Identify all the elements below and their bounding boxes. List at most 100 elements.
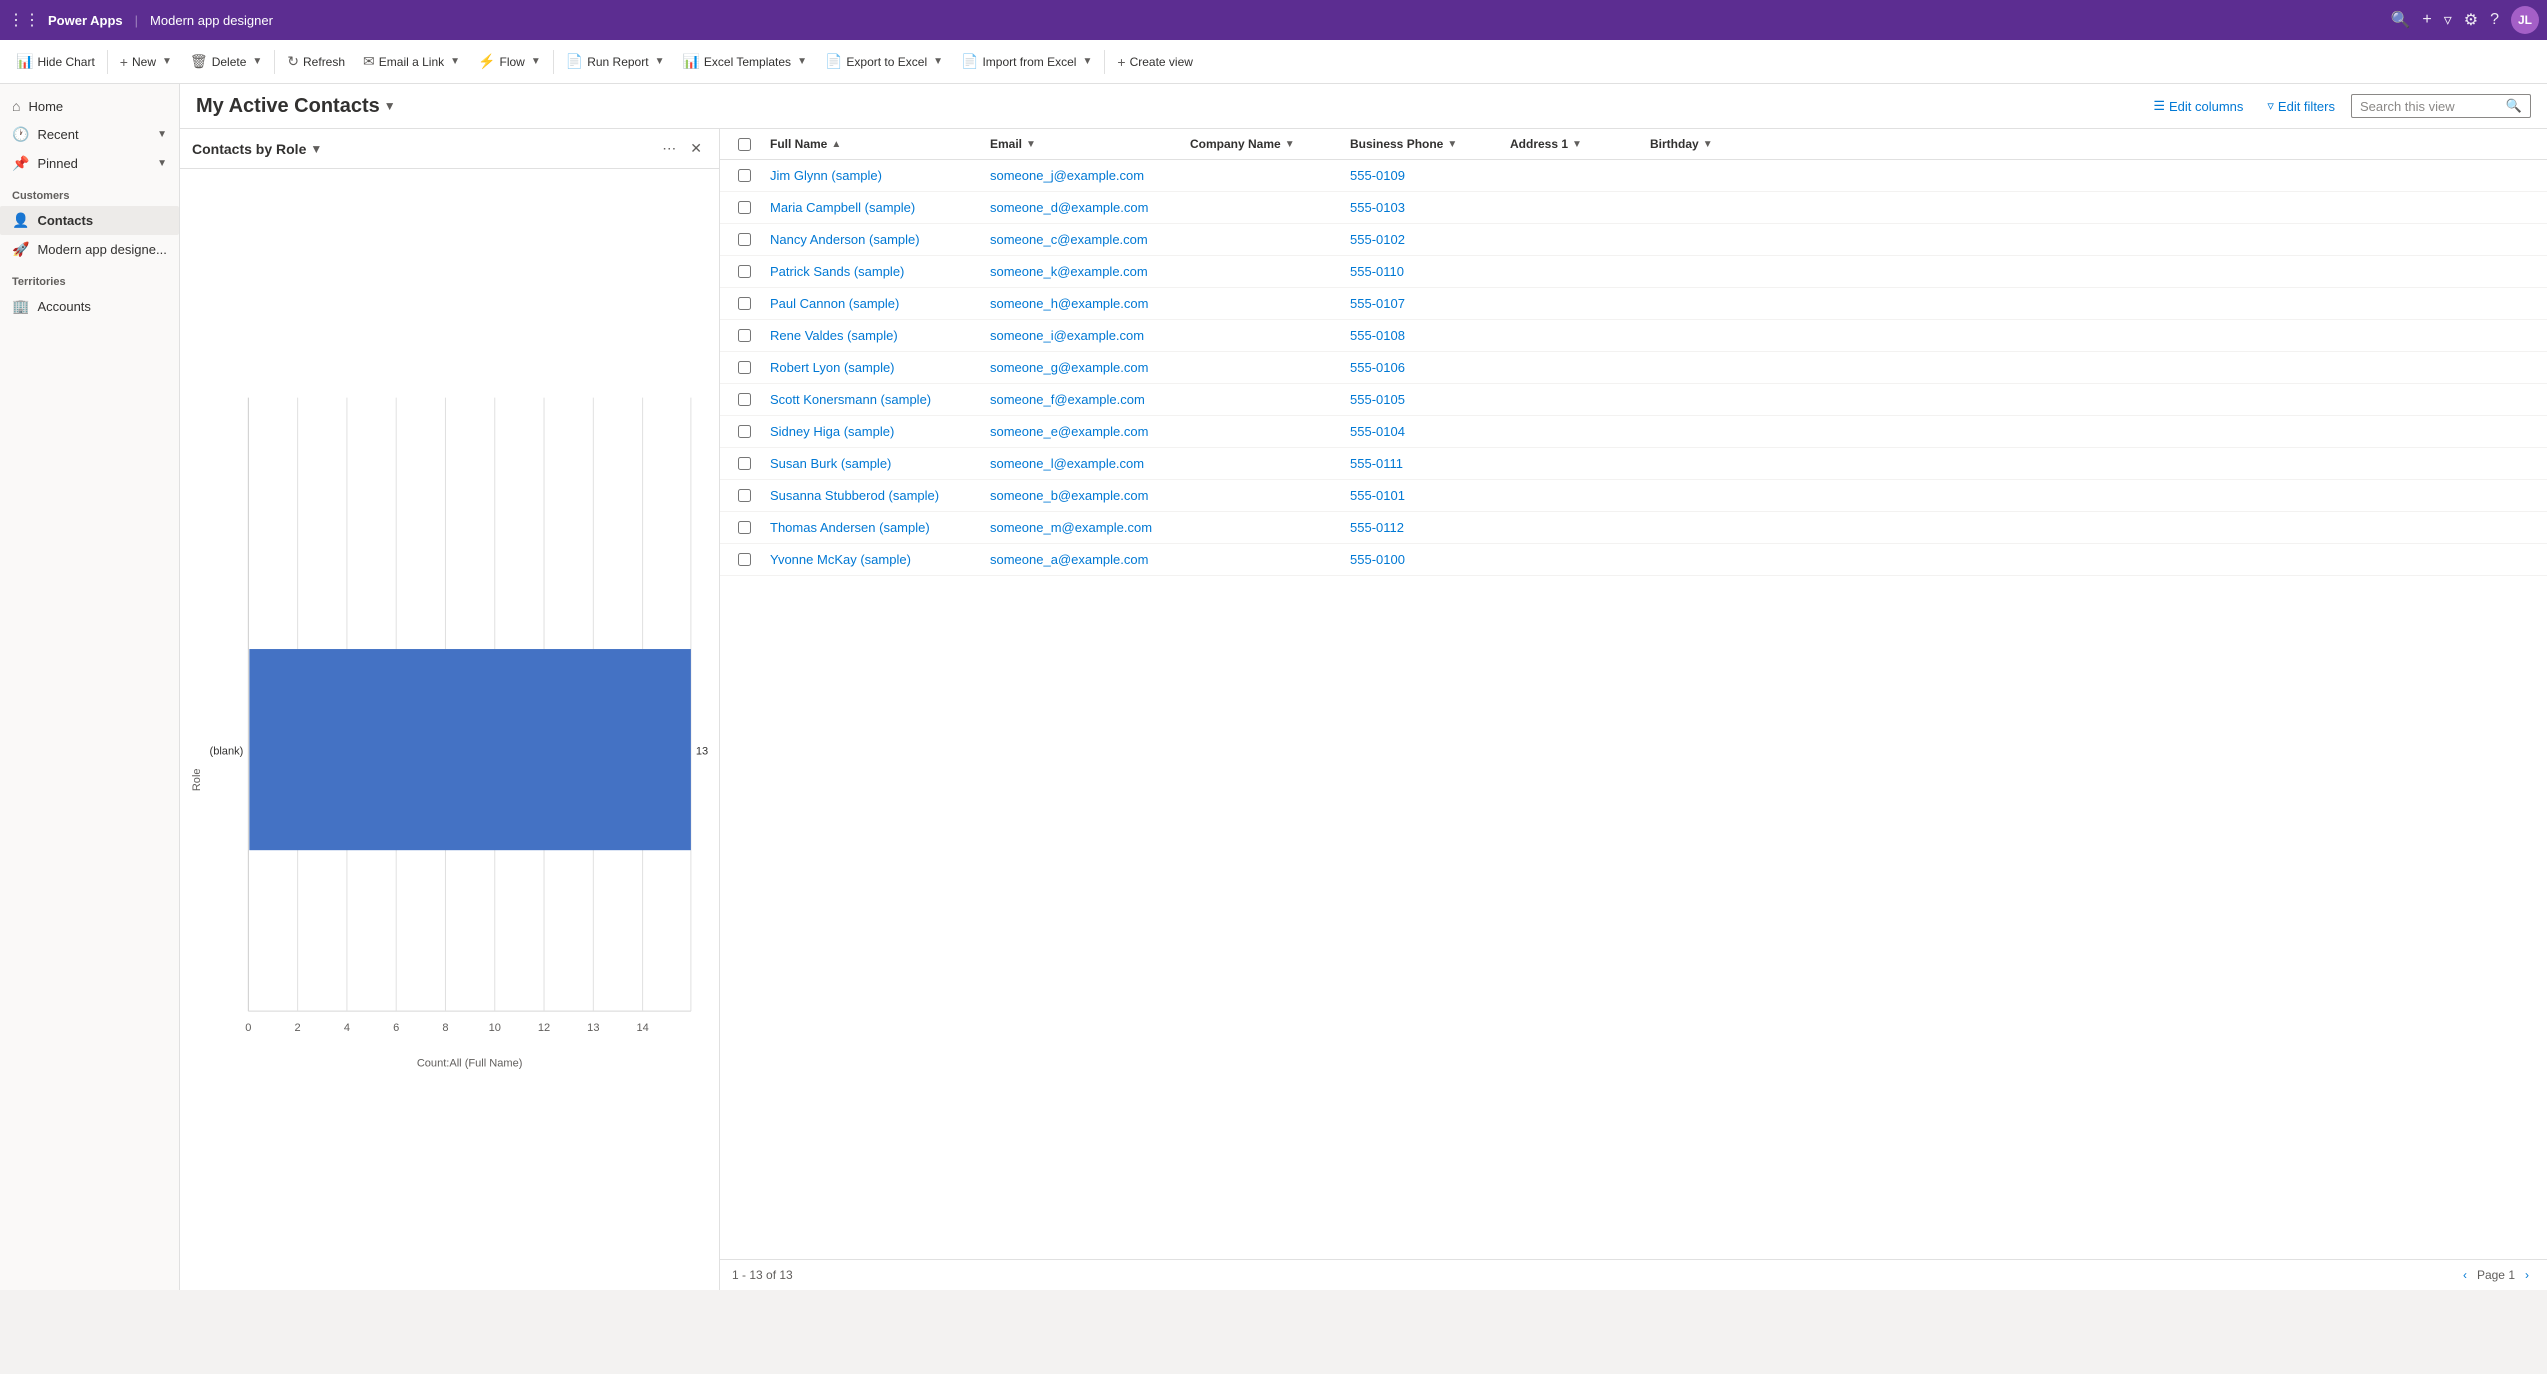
row-check-4[interactable] <box>738 297 751 310</box>
bar-blank[interactable] <box>249 649 691 850</box>
run-report-button[interactable]: 📄 Run Report ▼ <box>558 49 673 74</box>
export-excel-button[interactable]: 📄 Export to Excel ▼ <box>817 49 951 74</box>
view-title-chevron-icon[interactable]: ▼ <box>384 99 396 113</box>
cell-phone-5[interactable]: 555-0108 <box>1344 320 1504 351</box>
cell-birthday-8 <box>1644 424 1744 440</box>
cell-full-name-5[interactable]: Rene Valdes (sample) <box>764 320 984 351</box>
next-page-button[interactable]: › <box>2519 1266 2535 1284</box>
chart-panel: Contacts by Role ▼ ⋯ ✕ <box>180 129 720 1290</box>
cell-full-name-6[interactable]: Robert Lyon (sample) <box>764 352 984 383</box>
cell-phone-4[interactable]: 555-0107 <box>1344 288 1504 319</box>
cell-email-1[interactable]: someone_d@example.com <box>984 192 1184 223</box>
cell-full-name-11[interactable]: Thomas Andersen (sample) <box>764 512 984 543</box>
row-check-2[interactable] <box>738 233 751 246</box>
row-check-7[interactable] <box>738 393 751 406</box>
cell-company-10 <box>1184 488 1344 504</box>
cell-email-9[interactable]: someone_l@example.com <box>984 448 1184 479</box>
help-icon[interactable]: ? <box>2490 11 2499 29</box>
cell-email-5[interactable]: someone_i@example.com <box>984 320 1184 351</box>
select-all-checkbox[interactable] <box>738 138 751 151</box>
cell-phone-8[interactable]: 555-0104 <box>1344 416 1504 447</box>
cell-phone-3[interactable]: 555-0110 <box>1344 256 1504 287</box>
cell-phone-12[interactable]: 555-0100 <box>1344 544 1504 575</box>
search-input[interactable] <box>2360 99 2502 114</box>
cell-full-name-12[interactable]: Yvonne McKay (sample) <box>764 544 984 575</box>
add-icon[interactable]: + <box>2422 11 2431 29</box>
cell-email-11[interactable]: someone_m@example.com <box>984 512 1184 543</box>
col-header-address[interactable]: Address 1 ▼ <box>1504 129 1644 159</box>
cell-email-7[interactable]: someone_f@example.com <box>984 384 1184 415</box>
settings-icon[interactable]: ⚙ <box>2464 10 2478 30</box>
row-check-1[interactable] <box>738 201 751 214</box>
row-check-0[interactable] <box>738 169 751 182</box>
col-header-email[interactable]: Email ▼ <box>984 129 1184 159</box>
cell-full-name-7[interactable]: Scott Konersmann (sample) <box>764 384 984 415</box>
row-check-12[interactable] <box>738 553 751 566</box>
cell-full-name-1[interactable]: Maria Campbell (sample) <box>764 192 984 223</box>
cell-email-3[interactable]: someone_k@example.com <box>984 256 1184 287</box>
chart-more-button[interactable]: ⋯ <box>657 137 681 160</box>
hide-chart-button[interactable]: 📊 Hide Chart <box>8 49 103 74</box>
row-check-5[interactable] <box>738 329 751 342</box>
row-check-10[interactable] <box>738 489 751 502</box>
cell-phone-11[interactable]: 555-0112 <box>1344 512 1504 543</box>
cell-full-name-9[interactable]: Susan Burk (sample) <box>764 448 984 479</box>
cell-phone-1[interactable]: 555-0103 <box>1344 192 1504 223</box>
cell-full-name-3[interactable]: Patrick Sands (sample) <box>764 256 984 287</box>
cell-email-8[interactable]: someone_e@example.com <box>984 416 1184 447</box>
cell-phone-2[interactable]: 555-0102 <box>1344 224 1504 255</box>
cell-phone-0[interactable]: 555-0109 <box>1344 160 1504 191</box>
col-header-phone[interactable]: Business Phone ▼ <box>1344 129 1504 159</box>
cell-email-6[interactable]: someone_g@example.com <box>984 352 1184 383</box>
col-header-company[interactable]: Company Name ▼ <box>1184 129 1344 159</box>
grid-icon[interactable]: ⋮⋮ <box>8 10 40 30</box>
new-button[interactable]: + New ▼ <box>112 50 180 74</box>
cell-phone-10[interactable]: 555-0101 <box>1344 480 1504 511</box>
chart-title-chevron-icon[interactable]: ▼ <box>310 142 322 156</box>
import-excel-button[interactable]: 📄 Import from Excel ▼ <box>953 49 1100 74</box>
row-check-11[interactable] <box>738 521 751 534</box>
filter-icon[interactable]: ▿ <box>2444 10 2452 30</box>
row-check-3[interactable] <box>738 265 751 278</box>
cell-full-name-4[interactable]: Paul Cannon (sample) <box>764 288 984 319</box>
cell-email-2[interactable]: someone_c@example.com <box>984 224 1184 255</box>
avatar[interactable]: JL <box>2511 6 2539 34</box>
cell-phone-7[interactable]: 555-0105 <box>1344 384 1504 415</box>
cell-email-10[interactable]: someone_b@example.com <box>984 480 1184 511</box>
cell-birthday-1 <box>1644 200 1744 216</box>
prev-page-button[interactable]: ‹ <box>2457 1266 2473 1284</box>
cell-phone-6[interactable]: 555-0106 <box>1344 352 1504 383</box>
sidebar-item-contacts[interactable]: 👤 Contacts <box>0 206 179 235</box>
flow-button[interactable]: ⚡ Flow ▼ <box>470 49 549 74</box>
sidebar-item-recent[interactable]: 🕐 Recent ▼ <box>0 120 179 149</box>
cell-full-name-0[interactable]: Jim Glynn (sample) <box>764 160 984 191</box>
cell-email-12[interactable]: someone_a@example.com <box>984 544 1184 575</box>
report-icon: 📄 <box>566 53 583 70</box>
edit-filters-button[interactable]: ▿ Edit filters <box>2259 94 2343 118</box>
cell-full-name-8[interactable]: Sidney Higa (sample) <box>764 416 984 447</box>
edit-columns-button[interactable]: ☰ Edit columns <box>2145 94 2251 118</box>
delete-button[interactable]: 🗑 Delete ▼ <box>182 49 270 74</box>
row-check-6[interactable] <box>738 361 751 374</box>
cell-full-name-10[interactable]: Susanna Stubberod (sample) <box>764 480 984 511</box>
email-link-button[interactable]: ✉ Email a Link ▼ <box>355 49 468 74</box>
sidebar-item-pinned[interactable]: 📌 Pinned ▼ <box>0 149 179 178</box>
refresh-button[interactable]: ↻ Refresh <box>279 49 353 74</box>
create-view-button[interactable]: + Create view <box>1109 50 1201 74</box>
cell-phone-9[interactable]: 555-0111 <box>1344 448 1504 479</box>
col-header-birthday[interactable]: Birthday ▼ <box>1644 129 1744 159</box>
cell-email-0[interactable]: someone_j@example.com <box>984 160 1184 191</box>
search-icon[interactable]: 🔍 <box>2390 10 2410 30</box>
col-header-full-name[interactable]: Full Name ▲ <box>764 129 984 159</box>
row-check-8[interactable] <box>738 425 751 438</box>
excel-templates-button[interactable]: 📊 Excel Templates ▼ <box>674 49 815 74</box>
row-check-9[interactable] <box>738 457 751 470</box>
sidebar-item-accounts[interactable]: 🏢 Accounts <box>0 292 179 321</box>
cell-email-4[interactable]: someone_h@example.com <box>984 288 1184 319</box>
sidebar-item-home[interactable]: ⌂ Home <box>0 92 179 120</box>
import-icon: 📄 <box>961 53 978 70</box>
refresh-icon: ↻ <box>287 53 299 70</box>
cell-full-name-2[interactable]: Nancy Anderson (sample) <box>764 224 984 255</box>
chart-close-button[interactable]: ✕ <box>685 137 707 160</box>
sidebar-item-modern-designer[interactable]: 🚀 Modern app designe... <box>0 235 179 264</box>
